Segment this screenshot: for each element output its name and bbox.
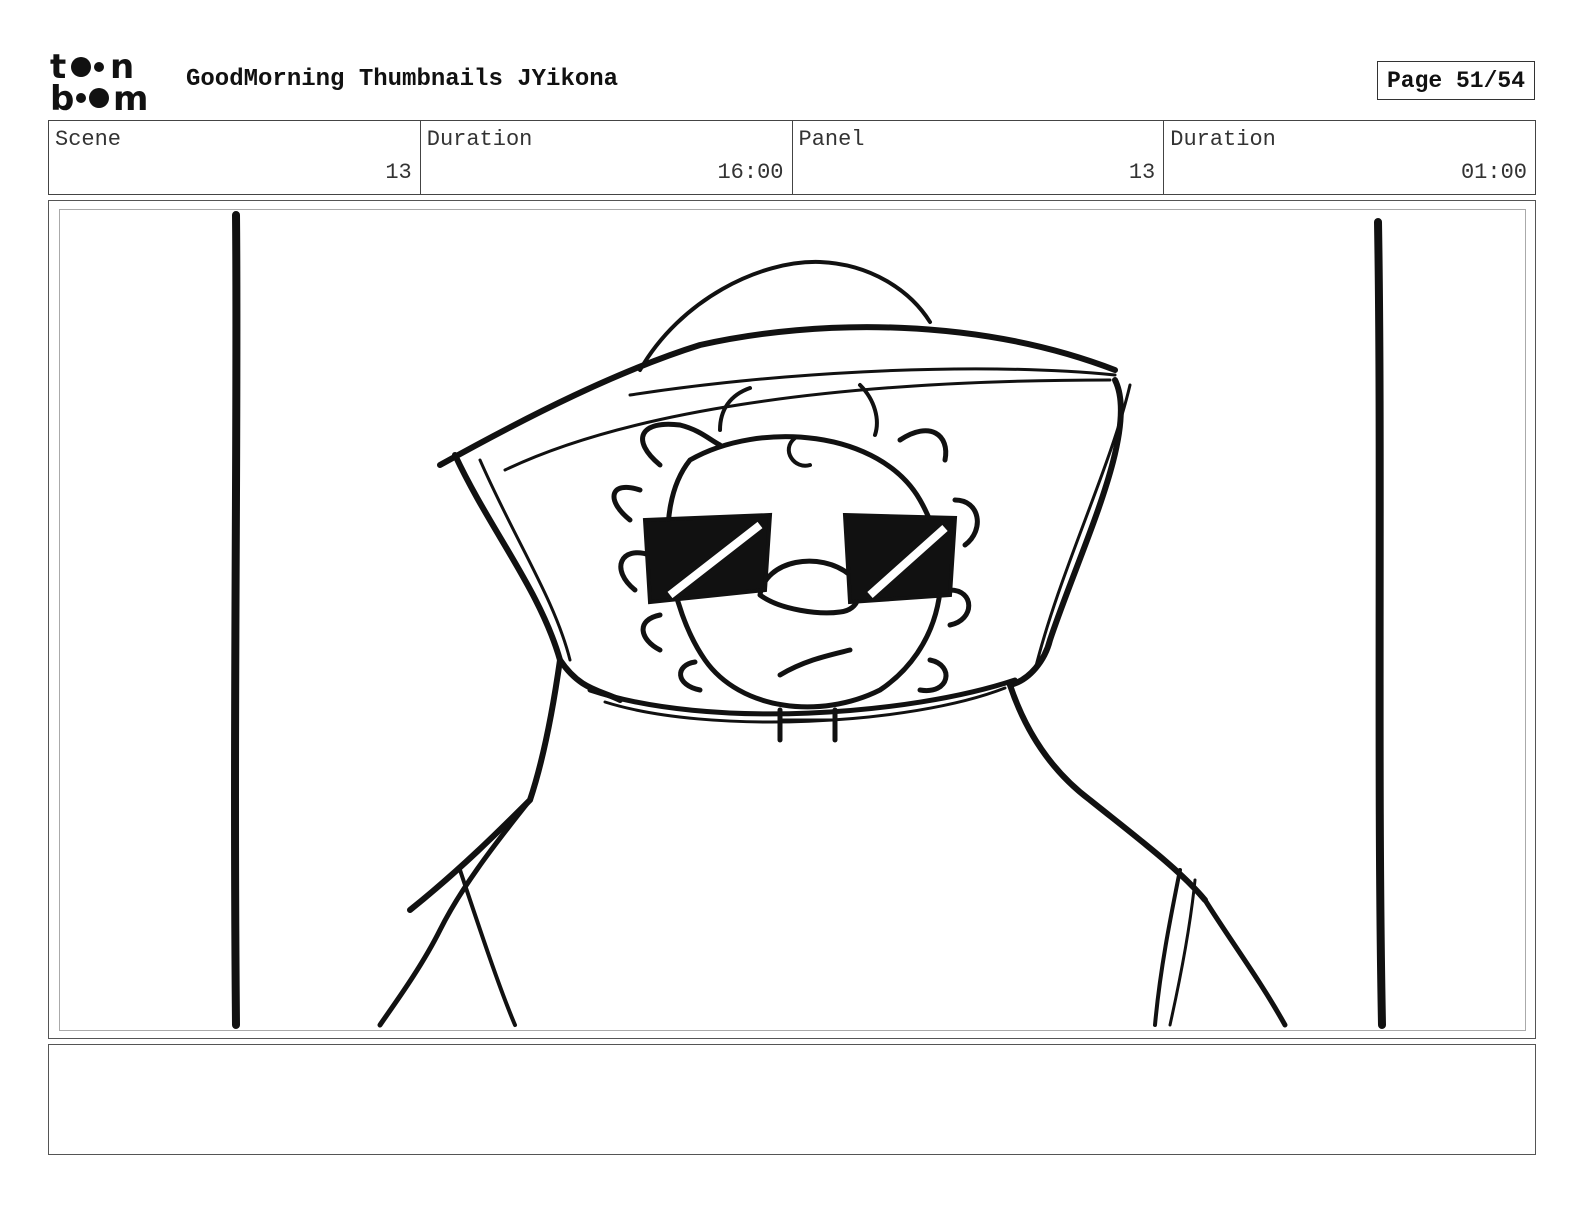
document-title: GoodMorning Thumbnails JYikona — [186, 66, 619, 93]
toon-boom-logo: t n b m — [50, 50, 148, 112]
panel-info-row: Scene 13 Duration 16:00 Panel 13 Duratio… — [48, 120, 1536, 195]
scene-duration-value: 16:00 — [717, 160, 784, 185]
panel-value: 13 — [1128, 160, 1156, 185]
page-indicator: Page 51/54 — [1377, 61, 1535, 100]
svg-text:m: m — [113, 79, 148, 112]
scene-duration-cell: Duration 16:00 — [421, 121, 793, 194]
panel-duration-cell: Duration 01:00 — [1164, 121, 1535, 194]
scene-label: Scene — [55, 127, 122, 152]
scene-cell: Scene 13 — [49, 121, 421, 194]
storyboard-panel-image — [59, 209, 1526, 1031]
storyboard-panel-frame — [48, 200, 1536, 1039]
panel-cell: Panel 13 — [793, 121, 1165, 194]
sketch-drawing — [231, 211, 1386, 1029]
scene-value: 13 — [385, 160, 412, 185]
svg-text:b: b — [50, 79, 74, 112]
panel-duration-value: 01:00 — [1460, 160, 1527, 185]
panel-notes-box — [48, 1044, 1536, 1155]
panel-duration-label: Duration — [1170, 127, 1276, 152]
scene-duration-label: Duration — [426, 127, 533, 152]
panel-label: Panel — [798, 127, 865, 152]
